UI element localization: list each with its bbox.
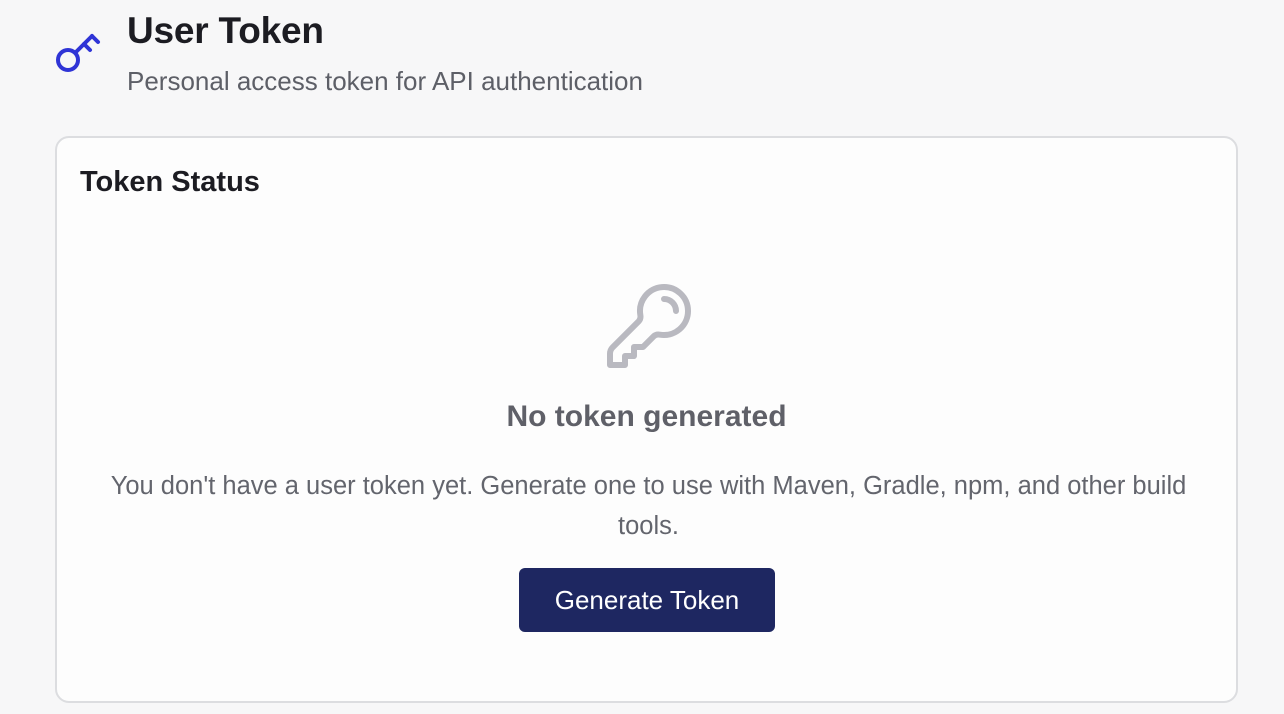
token-status-card: Token Status No token generated You don'… (55, 136, 1238, 703)
page-header: User Token Personal access token for API… (0, 0, 1284, 120)
generate-token-button[interactable]: Generate Token (519, 568, 775, 632)
key-icon (601, 278, 697, 374)
page-subtitle: Personal access token for API authentica… (127, 66, 643, 96)
page-title: User Token (127, 10, 324, 51)
key-icon (54, 30, 102, 74)
empty-state-description: You don't have a user token yet. Generat… (110, 472, 1187, 540)
empty-state-title: No token generated (506, 400, 787, 433)
card-title: Token Status (80, 166, 260, 198)
